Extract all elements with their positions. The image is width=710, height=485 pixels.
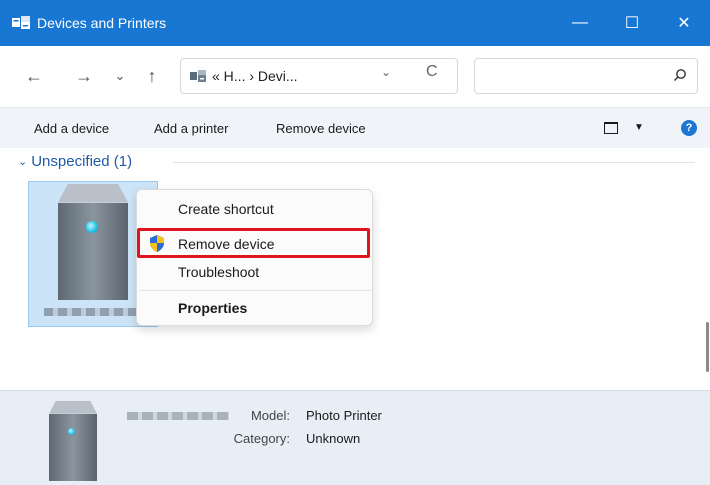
device-name-redacted bbox=[44, 308, 139, 316]
close-button[interactable]: ✕ bbox=[658, 0, 710, 46]
command-bar: Add a device Add a printer Remove device… bbox=[0, 108, 710, 148]
address-row: ← → ⌄ ↑ « H... › Devi... ⌄ C bbox=[0, 46, 710, 108]
add-printer-button[interactable]: Add a printer bbox=[154, 121, 228, 136]
address-bar[interactable]: « H... › Devi... ⌄ C bbox=[180, 58, 458, 94]
forward-arrow-icon: → bbox=[75, 65, 93, 86]
up-button[interactable]: ↑ bbox=[140, 64, 164, 88]
details-pane: Model: Photo Printer Category: Unknown bbox=[0, 390, 710, 485]
printer-icon bbox=[49, 401, 97, 481]
devices-and-printers-icon bbox=[12, 16, 30, 30]
title-bar: Devices and Printers — ☐ ✕ bbox=[0, 0, 710, 46]
view-icon[interactable] bbox=[604, 122, 618, 134]
address-dropdown-icon[interactable]: ⌄ bbox=[381, 65, 391, 79]
recent-locations-button[interactable]: ⌄ bbox=[108, 64, 132, 88]
forward-button[interactable]: → bbox=[72, 64, 96, 88]
refresh-icon[interactable]: C bbox=[426, 63, 438, 81]
back-arrow-icon: ← bbox=[25, 65, 43, 86]
category-label: Category: bbox=[233, 431, 290, 446]
scrollbar-thumb[interactable] bbox=[706, 322, 709, 372]
close-icon: ✕ bbox=[677, 15, 691, 32]
maximize-button[interactable]: ☐ bbox=[606, 0, 658, 46]
group-header[interactable]: ⌄ Unspecified (1) bbox=[18, 153, 132, 170]
address-breadcrumb[interactable]: « H... › Devi... bbox=[212, 68, 298, 84]
maximize-icon: ☐ bbox=[624, 15, 640, 32]
chevron-down-icon: ⌄ bbox=[18, 156, 28, 168]
view-dropdown-icon[interactable]: ▼ bbox=[634, 122, 644, 133]
category-value: Unknown bbox=[306, 431, 361, 446]
search-icon bbox=[673, 68, 687, 82]
help-icon[interactable]: ? bbox=[681, 120, 697, 136]
minimize-button[interactable]: — bbox=[554, 0, 606, 46]
printer-icon bbox=[58, 184, 128, 300]
chevron-down-icon: ⌄ bbox=[114, 68, 126, 83]
model-label: Model: bbox=[250, 408, 290, 423]
up-arrow-icon: ↑ bbox=[147, 65, 157, 86]
menu-item-properties[interactable]: Properties bbox=[178, 300, 247, 316]
window-title: Devices and Printers bbox=[37, 15, 167, 31]
group-divider bbox=[173, 162, 695, 163]
back-button[interactable]: ← bbox=[22, 64, 46, 88]
highlight-box bbox=[137, 228, 370, 258]
remove-device-button[interactable]: Remove device bbox=[276, 121, 366, 136]
minimize-icon: — bbox=[572, 14, 588, 31]
search-input[interactable] bbox=[474, 58, 698, 94]
group-label: Unspecified (1) bbox=[31, 153, 133, 170]
menu-separator bbox=[139, 290, 371, 291]
devices-and-printers-icon bbox=[190, 69, 206, 83]
menu-item-create-shortcut[interactable]: Create shortcut bbox=[178, 201, 274, 217]
model-value: Photo Printer bbox=[306, 408, 382, 423]
add-device-button[interactable]: Add a device bbox=[34, 121, 109, 136]
menu-item-troubleshoot[interactable]: Troubleshoot bbox=[178, 264, 259, 280]
